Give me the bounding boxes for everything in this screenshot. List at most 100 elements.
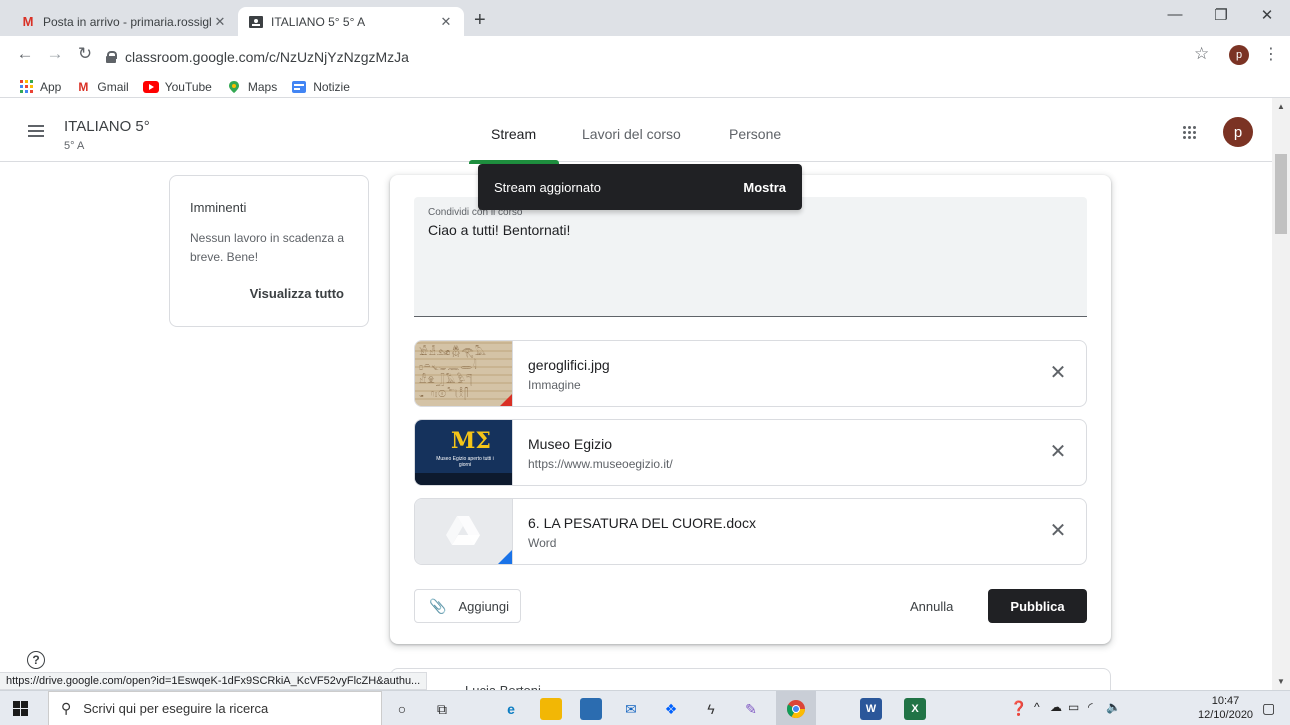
minimize-button[interactable]: — bbox=[1152, 6, 1198, 23]
museo-logo: MΣ bbox=[451, 428, 491, 454]
hieroglyphs-thumbnail: 𓀀𓁐𓃭𓆣𓂀𓅓 𓊪𓏏𓆑𓈖𓂋𓇋 𓀭𓁷𓃀𓄿𓅱𓊹 𓂝𓏤𓇳𓆓𓎛𓋴 bbox=[415, 341, 513, 406]
taskbar-search-input[interactable]: ⚲ Scrivi qui per eseguire la ricerca bbox=[48, 691, 382, 725]
tab-title: Posta in arrivo - primaria.rossiglic bbox=[43, 14, 212, 29]
drive-icon bbox=[446, 516, 480, 545]
cortana-icon[interactable]: ○ bbox=[391, 698, 413, 720]
remove-attachment-icon[interactable]: ✕ bbox=[1046, 440, 1070, 464]
notifications-icon[interactable]: ▢ bbox=[1262, 700, 1275, 717]
tab-gmail[interactable]: M Posta in arrivo - primaria.rossiglic ✕ bbox=[10, 7, 238, 36]
publish-button[interactable]: Pubblica bbox=[988, 589, 1087, 623]
class-title[interactable]: ITALIANO 5° bbox=[64, 118, 150, 135]
restore-button[interactable]: ❐ bbox=[1198, 6, 1244, 24]
attachment-name: Museo Egizio bbox=[528, 436, 613, 452]
wifi-icon[interactable]: ◜ bbox=[1088, 700, 1093, 714]
bookmark-star-icon[interactable]: ☆ bbox=[1194, 44, 1209, 64]
word-type-badge-icon bbox=[498, 550, 512, 564]
forward-arrow-icon[interactable]: → bbox=[44, 44, 66, 64]
museo-tagline: Museo Egizio aperto tutti i giorni bbox=[436, 456, 494, 468]
attachment-card[interactable]: 6. LA PESATURA DEL CUORE.docx Word ✕ bbox=[414, 498, 1087, 565]
windows-start-icon[interactable] bbox=[13, 701, 28, 716]
tab-classroom[interactable]: ITALIANO 5° 5° A ✕ bbox=[238, 7, 464, 36]
url-text: classroom.google.com/c/NzUzNjYzNzgzMzJa bbox=[125, 49, 409, 65]
tray-expand-icon[interactable]: ^ bbox=[1034, 700, 1040, 714]
google-apps-icon[interactable] bbox=[1183, 126, 1196, 139]
scroll-up-icon[interactable]: ▲ bbox=[1277, 102, 1285, 111]
volume-icon[interactable]: 🔈 bbox=[1106, 700, 1121, 714]
apps-grid-icon bbox=[18, 80, 34, 94]
tab-title: ITALIANO 5° 5° A bbox=[271, 14, 366, 29]
paperclip-icon: 📎 bbox=[429, 597, 447, 614]
add-label: Aggiungi bbox=[458, 598, 510, 614]
lock-icon bbox=[105, 51, 117, 63]
gmail-icon: M bbox=[22, 14, 34, 29]
attachment-name: 6. LA PESATURA DEL CUORE.docx bbox=[528, 515, 756, 531]
dropbox-icon[interactable]: ❖ bbox=[660, 698, 682, 720]
attachment-type: https://www.museoegizio.it/ bbox=[528, 457, 673, 471]
remove-attachment-icon[interactable]: ✕ bbox=[1046, 361, 1070, 385]
bookmark-app[interactable]: App bbox=[18, 80, 61, 94]
bookmark-label: Gmail bbox=[97, 79, 129, 94]
snackbar-show-button[interactable]: Mostra bbox=[743, 180, 786, 195]
next-post-card[interactable]: Lucia Bertoni bbox=[390, 668, 1111, 698]
bookmark-label: App bbox=[40, 79, 62, 94]
close-window-button[interactable]: ✕ bbox=[1244, 6, 1290, 24]
add-attachment-button[interactable]: 📎 Aggiungi bbox=[414, 589, 521, 623]
attachment-card[interactable]: 𓀀𓁐𓃭𓆣𓂀𓅓 𓊪𓏏𓆑𓈖𓂋𓇋 𓀭𓁷𓃀𓄿𓅱𓊹 𓂝𓏤𓇳𓆓𓎛𓋴 geroglifici.… bbox=[414, 340, 1087, 407]
address-bar-row: ← → ↻ classroom.google.com/c/NzUzNjYzNzg… bbox=[0, 36, 1290, 76]
announcement-textarea[interactable]: Condividi con il corso Ciao a tutti! Ben… bbox=[414, 197, 1087, 317]
tab-people[interactable]: Persone bbox=[729, 126, 781, 142]
onedrive-icon[interactable]: ☁ bbox=[1050, 700, 1062, 714]
view-all-link[interactable]: Visualizza tutto bbox=[250, 286, 344, 301]
attachment-card[interactable]: MΣ Museo Egizio aperto tutti i giorni Mu… bbox=[414, 419, 1087, 486]
browser-menu-icon[interactable]: ⋮ bbox=[1263, 44, 1279, 64]
tab-classwork[interactable]: Lavori del corso bbox=[582, 126, 681, 142]
back-arrow-icon[interactable]: ← bbox=[14, 44, 36, 64]
edge-icon[interactable]: e bbox=[500, 698, 522, 720]
scroll-down-icon[interactable]: ▼ bbox=[1277, 677, 1285, 686]
bookmark-youtube[interactable]: YouTube bbox=[142, 79, 212, 94]
battery-icon[interactable]: ▭ bbox=[1068, 700, 1079, 714]
attachment-name: geroglifici.jpg bbox=[528, 357, 610, 373]
drive-doc-thumbnail bbox=[415, 499, 513, 564]
scroll-thumb[interactable] bbox=[1275, 154, 1287, 234]
help-tray-icon[interactable]: ❓ bbox=[1010, 700, 1027, 717]
excel-icon[interactable]: X bbox=[904, 698, 926, 720]
bookmark-label: Notizie bbox=[313, 79, 350, 94]
class-section: 5° A bbox=[64, 140, 85, 152]
upcoming-title: Imminenti bbox=[190, 200, 247, 215]
new-tab-button[interactable]: + bbox=[474, 10, 486, 30]
reload-icon[interactable]: ↻ bbox=[74, 44, 96, 64]
word-icon[interactable]: W bbox=[860, 698, 882, 720]
textarea-value: Ciao a tutti! Bentornati! bbox=[428, 222, 571, 238]
cancel-button[interactable]: Annulla bbox=[910, 599, 953, 614]
classroom-icon bbox=[248, 14, 264, 30]
account-avatar[interactable]: p bbox=[1223, 117, 1253, 147]
task-view-icon[interactable]: ⧉ bbox=[431, 698, 453, 720]
upcoming-card: Imminenti Nessun lavoro in scadenza a br… bbox=[169, 175, 369, 327]
browser-profile-avatar[interactable]: p bbox=[1229, 45, 1249, 65]
app-icon[interactable]: ϟ bbox=[700, 698, 722, 720]
bookmark-notizie[interactable]: Notizie bbox=[291, 80, 350, 94]
bookmark-gmail[interactable]: M Gmail bbox=[75, 80, 128, 94]
file-explorer-icon[interactable] bbox=[540, 698, 562, 720]
bookmark-maps[interactable]: Maps bbox=[226, 80, 277, 94]
upcoming-message: Nessun lavoro in scadenza a breve. Bene! bbox=[190, 231, 345, 264]
taskbar-clock[interactable]: 10:47 12/10/2020 bbox=[1198, 694, 1253, 722]
classroom-header: ITALIANO 5° 5° A Stream Lavori del corso… bbox=[0, 98, 1272, 162]
url-bar[interactable]: classroom.google.com/c/NzUzNjYzNzgzMzJa bbox=[105, 44, 1205, 70]
main-menu-icon[interactable] bbox=[28, 125, 44, 137]
snackbar-message: Stream aggiornato bbox=[494, 179, 601, 195]
mail-icon[interactable]: ✉ bbox=[620, 698, 642, 720]
bookmark-label: YouTube bbox=[164, 79, 212, 94]
maps-icon bbox=[226, 80, 242, 94]
close-icon[interactable]: ✕ bbox=[438, 14, 454, 30]
remove-attachment-icon[interactable]: ✕ bbox=[1046, 519, 1070, 543]
image-type-badge-icon bbox=[500, 394, 512, 406]
tab-stream[interactable]: Stream bbox=[491, 126, 536, 142]
paint-icon[interactable]: ✎ bbox=[740, 698, 762, 720]
store-icon[interactable] bbox=[580, 698, 602, 720]
close-icon[interactable]: ✕ bbox=[212, 14, 228, 30]
page-scrollbar[interactable]: ▲ ▼ bbox=[1272, 98, 1290, 690]
help-icon[interactable]: ? bbox=[27, 651, 45, 669]
chrome-icon[interactable] bbox=[785, 698, 807, 720]
